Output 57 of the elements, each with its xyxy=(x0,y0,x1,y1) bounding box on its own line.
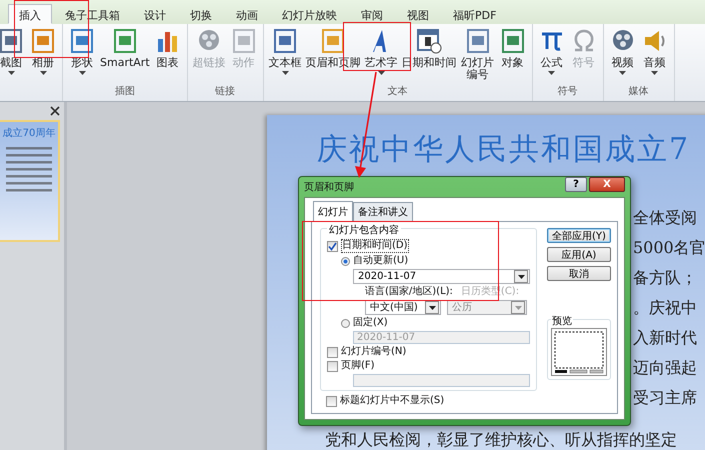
radio-button[interactable]: 固定(X) xyxy=(341,317,530,329)
check-icon xyxy=(328,242,337,250)
preview-label: 预览 xyxy=(551,314,573,328)
slide-text-line: 受习主席 xyxy=(633,387,698,408)
dialog-tab[interactable]: 备注和讲义 xyxy=(353,202,413,221)
ribbon-tab[interactable]: 福昕PDF xyxy=(442,4,508,24)
ribbon-tab[interactable]: 审阅 xyxy=(350,4,394,24)
dialog-button[interactable]: 应用(A) xyxy=(547,247,611,262)
checkbox[interactable]: 标题幻灯片中不显示(S) xyxy=(326,395,537,407)
slide-text-line: 迈向强起 xyxy=(633,357,698,378)
slide-text-line: 。庆祝中 xyxy=(633,297,698,318)
language-dropdown[interactable]: 中文(中国) xyxy=(365,300,441,315)
group-label: 链接 xyxy=(215,84,236,99)
slide-text-line: 5000名官 xyxy=(633,237,705,258)
slide-text-line: 全体受阅 xyxy=(633,207,698,228)
group-label: 符号 xyxy=(558,85,578,99)
ribbon-button[interactable]: 图表 xyxy=(152,24,184,84)
checkbox[interactable]: 幻灯片编号(N) xyxy=(327,346,530,358)
ribbon-button[interactable]: 艺术字 xyxy=(362,24,400,84)
help-button[interactable]: ? xyxy=(565,176,587,192)
ribbon-button[interactable]: 视频 xyxy=(606,24,639,84)
group-label: 插图 xyxy=(114,85,135,99)
caret-icon xyxy=(518,274,524,278)
ribbon-tab[interactable]: 设计 xyxy=(133,4,177,24)
ribbon-tab[interactable]: 插入 xyxy=(8,4,52,24)
group-label: 文本 xyxy=(388,84,408,99)
checkbox[interactable]: 日期和时间(D) xyxy=(327,239,530,253)
slide-text-line: 党和人民检阅，彰显了维护核心、听从指挥的坚定 xyxy=(324,429,677,450)
thumbnail-title: 成立70周年 xyxy=(2,126,56,140)
date-dropdown[interactable]: 2020-11-07 xyxy=(353,269,530,284)
ribbon-button[interactable]: 对象 xyxy=(496,24,529,84)
close-icon[interactable] xyxy=(50,106,60,116)
slide-text-line: 入新时代 xyxy=(633,327,698,348)
close-button[interactable]: X xyxy=(589,176,625,192)
footer-input-field[interactable] xyxy=(353,374,530,387)
checkbox[interactable]: 页脚(F) xyxy=(327,360,530,372)
caret-icon xyxy=(428,306,436,310)
slide-preview-drawing xyxy=(551,328,607,376)
ribbon-tab[interactable]: 幻灯片放映 xyxy=(271,4,348,24)
caret-icon xyxy=(514,306,522,310)
group-label: 媒体 xyxy=(628,85,649,99)
ribbon-button[interactable]: 文本框 xyxy=(266,24,304,84)
dialog-tab[interactable]: 幻灯片 xyxy=(313,201,353,222)
ribbon-button[interactable]: 公式 xyxy=(536,24,568,84)
field-label: 语言(国家/地区)(L): xyxy=(365,286,453,298)
dialog-button[interactable]: 全部应用(Y) xyxy=(547,228,611,243)
dialog-title: 页眉和页脚 xyxy=(304,180,355,194)
ribbon-button[interactable]: 幻灯片编号 xyxy=(458,24,497,84)
ribbon-tab[interactable]: 动画 xyxy=(225,4,269,24)
ribbon-tab[interactable]: 切换 xyxy=(179,4,223,24)
radio-button[interactable]: 自动更新(U) xyxy=(341,255,530,267)
ribbon-tab[interactable]: 视图 xyxy=(396,4,440,24)
ribbon-button[interactable]: 音频 xyxy=(638,24,671,84)
group-title: 幻灯片包含内容 xyxy=(327,223,401,237)
slide-text-line: 备方队； xyxy=(633,267,698,288)
dialog-button[interactable]: 取消 xyxy=(547,266,611,281)
ribbon-button[interactable]: SmartArt xyxy=(98,24,152,84)
